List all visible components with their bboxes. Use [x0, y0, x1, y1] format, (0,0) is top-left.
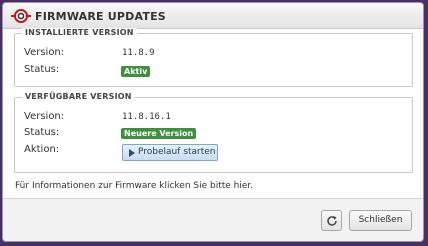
firmware-updates-dialog: FIRMWARE UPDATES INSTALLIERTE VERSION Ve… [2, 2, 424, 242]
available-status-label: Status: [24, 127, 60, 138]
action-label: Aktion: [24, 144, 60, 155]
dialog-title: FIRMWARE UPDATES [35, 10, 166, 23]
circle-o-logo-icon [11, 9, 31, 23]
available-version-section: VERFÜGBARE VERSION Version: 11.8.16.1 St… [14, 92, 413, 173]
firmware-info-link[interactable]: Für Informationen zur Firmware klicken S… [15, 181, 253, 191]
installed-version-value: 11.8.9 [122, 48, 155, 58]
installed-version-legend: INSTALLIERTE VERSION [22, 28, 137, 37]
dialog-titlebar: FIRMWARE UPDATES [3, 3, 423, 29]
available-version-legend: VERFÜGBARE VERSION [22, 92, 135, 101]
available-version-value: 11.8.16.1 [122, 112, 171, 122]
available-status-badge: Neuere Version [121, 128, 197, 139]
dialog-footer: Schließen [3, 198, 423, 241]
refresh-button[interactable] [321, 210, 342, 231]
installed-status-badge: Aktiv [121, 66, 151, 77]
installed-version-section: INSTALLIERTE VERSION Version: 11.8.9 Sta… [14, 28, 413, 87]
start-trial-run-button[interactable]: Probelauf starten [122, 144, 218, 161]
installed-status-label: Status: [24, 64, 60, 75]
close-button[interactable]: Schließen [349, 210, 412, 231]
refresh-icon [327, 216, 337, 226]
play-icon [129, 149, 135, 157]
installed-version-label: Version: [24, 47, 65, 58]
start-trial-run-label: Probelauf starten [138, 147, 216, 157]
available-version-label: Version: [24, 111, 65, 122]
